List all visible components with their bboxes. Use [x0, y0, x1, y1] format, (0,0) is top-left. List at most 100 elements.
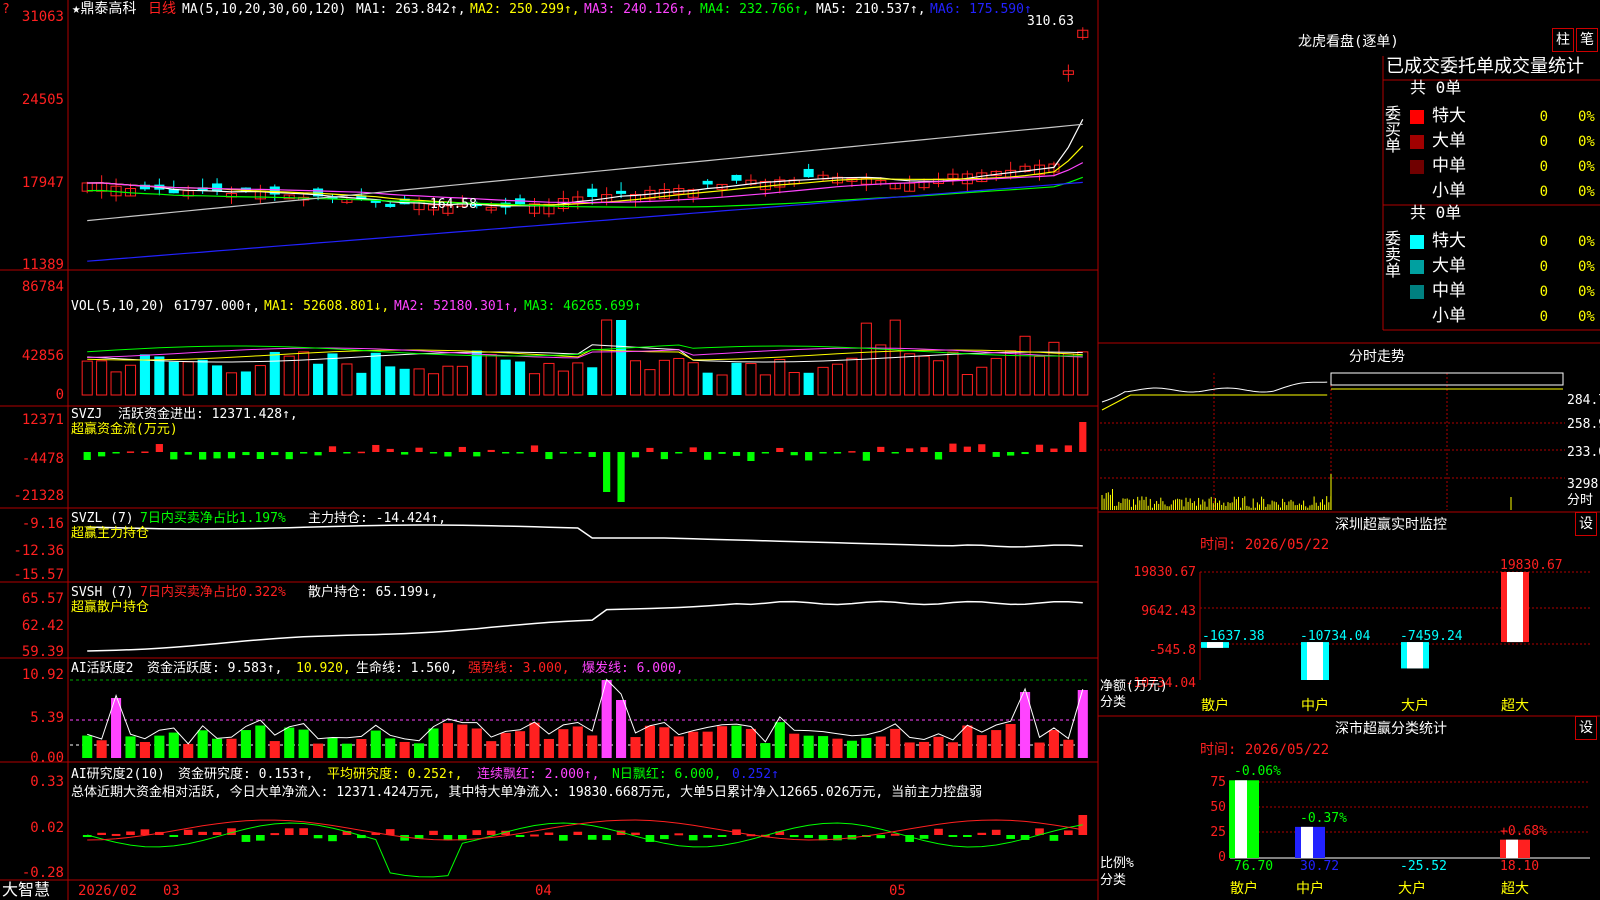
volume-bar	[731, 362, 742, 395]
activity-bar	[731, 725, 742, 758]
volume-bar	[528, 373, 541, 396]
period-label: 日线	[148, 1, 176, 17]
candle-body	[385, 203, 396, 207]
activity-bar	[240, 730, 251, 758]
sz-class-cat-0: 散户	[1230, 881, 1258, 897]
flow-bar	[819, 452, 827, 454]
help-icon[interactable]: ?	[2, 3, 10, 16]
research-bar	[544, 832, 554, 835]
activity-bar	[673, 736, 684, 758]
intraday-unit: 分时	[1567, 493, 1594, 508]
flow-bar	[805, 452, 813, 461]
activity-bar	[96, 740, 107, 758]
sz-class-cat-1: 中户	[1296, 881, 1324, 897]
activity-bar	[183, 743, 194, 758]
ma3-value: MA3: 240.126↑,	[584, 2, 694, 17]
activity-line	[87, 678, 1084, 745]
activity-bar	[587, 735, 598, 758]
sell-swatch-0	[1410, 235, 1424, 249]
vol-ma2: MA2: 52180.301↑,	[394, 299, 520, 314]
research-bar	[804, 835, 813, 838]
research-bar	[602, 835, 611, 841]
activity-bar	[442, 723, 453, 758]
ai-research-tail: 0.252↑	[732, 767, 779, 782]
sz-monitor-val-2: -7459.24	[1400, 629, 1463, 644]
sell-row-label-1: 大单	[1432, 256, 1466, 276]
activity-bar	[947, 742, 958, 758]
vol-ma1: MA1: 52608.801↓,	[264, 299, 390, 314]
flow-bar	[357, 451, 365, 454]
sz-class-settings-button[interactable]: 设	[1575, 716, 1597, 740]
high-price-label: 310.63	[1027, 14, 1074, 29]
activity-bar	[962, 725, 973, 758]
activity-bar	[875, 736, 886, 758]
candle-body	[616, 190, 627, 194]
flow-bar	[949, 443, 957, 452]
flow-bar	[285, 452, 293, 460]
sell-swatch-1	[1410, 260, 1424, 274]
activity-bar	[1034, 742, 1045, 758]
candle-body	[803, 168, 814, 178]
flow-bar	[314, 452, 322, 456]
volume-bar	[399, 368, 410, 395]
research-bar	[486, 830, 496, 835]
flow-bar	[458, 446, 466, 452]
volume-bar	[947, 351, 959, 396]
flow-bar	[732, 452, 741, 456]
volume-bar	[298, 351, 310, 396]
volume-bar	[702, 372, 713, 395]
volume-bar	[687, 362, 699, 396]
sz-class-top-3: +0.68%	[1500, 824, 1547, 839]
activity-bar	[832, 738, 843, 758]
sz-class-bottom-2: -25.52	[1400, 859, 1447, 874]
volume-bar	[788, 372, 800, 396]
activity-bar	[197, 730, 208, 758]
flow-bar	[790, 452, 798, 456]
volume-bar	[124, 364, 137, 396]
activity-bar	[861, 737, 872, 758]
activity-bar	[284, 727, 295, 758]
svsh-label: SVSH (7)	[71, 585, 134, 600]
volume-bar	[1077, 351, 1089, 396]
svzj-subtitle: 超赢资金流(万元)	[71, 422, 178, 437]
flow-bar	[1035, 444, 1044, 452]
svzl-y-tick-0: -9.16	[21, 516, 64, 532]
buy-row-count-2: 0	[1539, 159, 1548, 175]
ai-research-text: 资金研究度: 0.153↑,	[178, 767, 314, 782]
flow-bar	[704, 452, 712, 460]
flow-bar	[83, 452, 91, 460]
volume-bar	[918, 355, 930, 396]
research-bar	[573, 831, 583, 835]
intraday-y-tick-2: 233.0	[1567, 445, 1600, 460]
sz-class-bar-highlight-1	[1301, 826, 1313, 858]
activity-bar	[904, 742, 915, 758]
buy-row-label-0: 特大	[1432, 106, 1466, 126]
research-bar	[429, 830, 438, 835]
sz-class-y-tick-2: 25	[1210, 825, 1226, 840]
volume-bar	[904, 353, 916, 396]
research-bar	[1064, 830, 1073, 835]
volume-bar	[629, 360, 642, 396]
sell-row-count-0: 0	[1539, 234, 1548, 250]
research-bar	[256, 835, 265, 841]
activity-bar	[1063, 739, 1074, 758]
flow-bar	[1021, 452, 1029, 455]
sz-class-title: 深市超赢分类统计	[1335, 721, 1447, 737]
flow-bar	[689, 447, 697, 452]
flow-bar	[603, 452, 611, 492]
column-view-button[interactable]: 柱	[1552, 28, 1574, 52]
activity-bar	[774, 722, 785, 758]
flow-bar	[199, 452, 207, 460]
flow-bar	[934, 452, 943, 460]
sz-monitor-settings-button[interactable]: 设	[1575, 512, 1597, 536]
activity-bar	[572, 726, 583, 758]
sz-class-bottom-3: 18.10	[1500, 859, 1540, 874]
ai-research-nred: N日飘红: 6.000,	[612, 767, 722, 782]
sz-class-bottom-1: 30.72	[1300, 859, 1340, 874]
flow-bar	[271, 452, 279, 456]
research-bar	[97, 832, 106, 835]
buy-row-pct-0: 0%	[1578, 109, 1595, 125]
candle-body	[587, 188, 598, 198]
low-price-label: 164.58	[430, 197, 477, 212]
tick-view-button[interactable]: 笔	[1576, 28, 1598, 52]
